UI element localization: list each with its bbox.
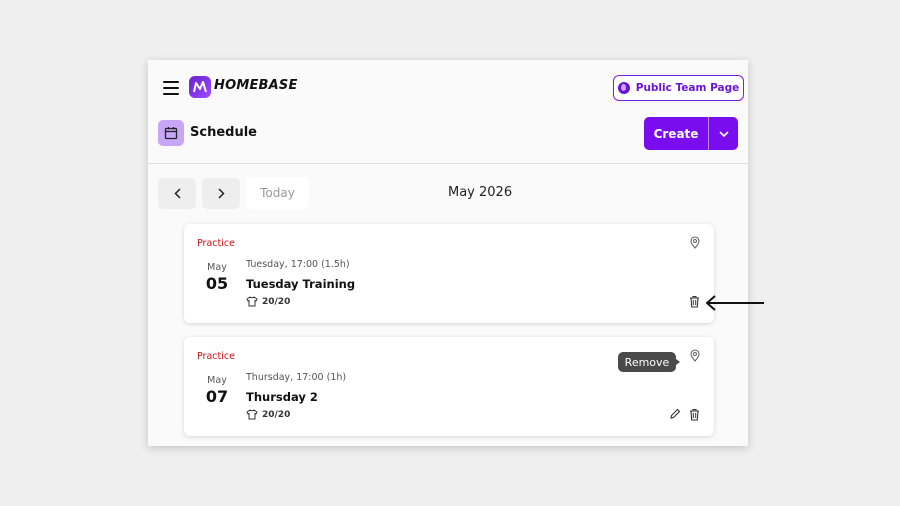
event-month: May	[207, 262, 227, 273]
create-label[interactable]: Create	[644, 117, 708, 150]
next-month-button[interactable]	[202, 178, 240, 209]
event-name: Thursday 2	[246, 390, 318, 404]
chevron-down-icon[interactable]	[708, 117, 738, 150]
public-team-page-button[interactable]: Public Team Page	[613, 75, 744, 101]
divider	[148, 163, 748, 164]
public-team-page-label: Public Team Page	[635, 82, 740, 94]
event-capacity: 20/20	[246, 296, 290, 307]
previous-month-button[interactable]	[158, 178, 196, 209]
hamburger-icon[interactable]	[163, 81, 179, 95]
trash-icon[interactable]	[689, 295, 700, 308]
calendar-icon	[158, 120, 184, 146]
shirt-icon	[246, 409, 258, 420]
pencil-icon[interactable]	[669, 408, 681, 420]
globe-icon	[617, 82, 630, 94]
chevron-right-icon	[217, 188, 225, 199]
arrow-left-icon	[706, 295, 764, 311]
remove-tooltip: Remove	[618, 352, 680, 372]
event-category: Practice	[197, 238, 235, 249]
location-pin-icon[interactable]	[690, 349, 700, 362]
event-day: 05	[205, 274, 229, 293]
current-month: May 2026	[448, 185, 513, 200]
event-category: Practice	[197, 351, 235, 362]
capacity-value: 20/20	[262, 296, 291, 307]
event-card[interactable]: Practice May 05 Tuesday, 17:00 (1.5h) Tu…	[184, 224, 714, 323]
event-month: May	[207, 375, 227, 386]
event-time: Tuesday, 17:00 (1.5h)	[246, 259, 350, 270]
event-time: Thursday, 17:00 (1h)	[246, 372, 347, 383]
brand-name: HOMEBASE	[214, 78, 298, 93]
chevron-left-icon	[173, 188, 181, 199]
app-window: HOMEBASE Public Team Page Schedule Creat…	[148, 60, 748, 446]
trash-icon[interactable]	[689, 408, 700, 421]
logo-icon	[189, 76, 211, 98]
today-button[interactable]: Today	[246, 177, 309, 209]
event-name: Tuesday Training	[246, 277, 356, 291]
location-pin-icon[interactable]	[690, 236, 700, 249]
event-day: 07	[205, 387, 229, 406]
shirt-icon	[246, 296, 258, 307]
page-title: Schedule	[190, 125, 257, 140]
capacity-value: 20/20	[262, 409, 291, 420]
event-capacity: 20/20	[246, 409, 290, 420]
create-button[interactable]: Create	[644, 117, 738, 150]
